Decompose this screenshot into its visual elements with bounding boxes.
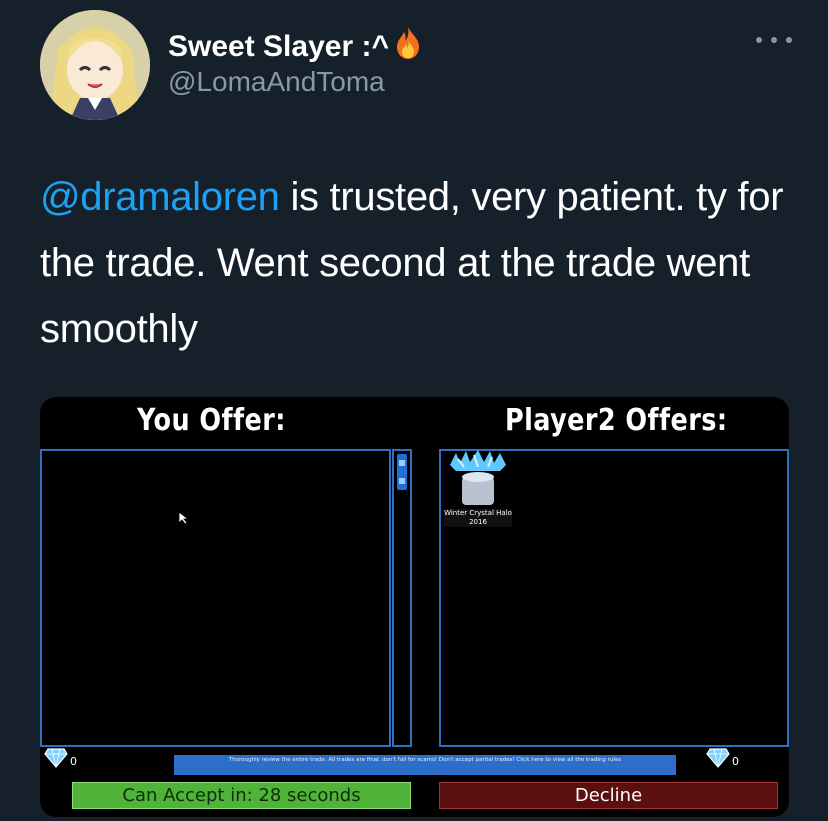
your-gem-count: 0 xyxy=(70,755,77,768)
gem-icon xyxy=(706,748,730,768)
crystal-halo-icon xyxy=(450,450,506,505)
attached-image[interactable]: You Offer: Player2 Offers: Winter Crysta… xyxy=(40,397,789,817)
more-options-icon[interactable] xyxy=(756,30,792,50)
player2-offers-heading: Player2 Offers: xyxy=(505,403,728,438)
mouse-cursor-icon xyxy=(178,511,190,525)
item-name-label: Winter Crystal Halo 2016 xyxy=(444,509,512,527)
trade-rules-notice[interactable]: Thoroughly review the entire trade. All … xyxy=(174,755,676,775)
scrollbar-thumb[interactable] xyxy=(397,454,407,490)
fire-emoji-icon xyxy=(393,26,423,68)
you-offer-panel xyxy=(40,449,391,747)
avatar-image xyxy=(40,10,150,120)
gem-icon xyxy=(44,748,68,768)
display-name[interactable]: Sweet Slayer :^ xyxy=(168,26,423,68)
you-offer-scrollbar[interactable] xyxy=(392,449,412,747)
accept-button[interactable]: Can Accept in: 28 seconds xyxy=(72,782,411,809)
you-offer-heading: You Offer: xyxy=(137,403,286,438)
tweet-text: @dramaloren is trusted, very patient. ty… xyxy=(40,164,800,362)
trade-item-winter-crystal-halo[interactable]: Winter Crystal Halo 2016 xyxy=(444,449,512,531)
mention-link[interactable]: @dramaloren xyxy=(40,175,280,219)
avatar[interactable] xyxy=(40,10,150,120)
player2-gem-count: 0 xyxy=(732,755,739,768)
decline-button[interactable]: Decline xyxy=(439,782,778,809)
user-handle[interactable]: @LomaAndToma xyxy=(168,66,385,98)
display-name-text: Sweet Slayer :^ xyxy=(168,30,389,63)
